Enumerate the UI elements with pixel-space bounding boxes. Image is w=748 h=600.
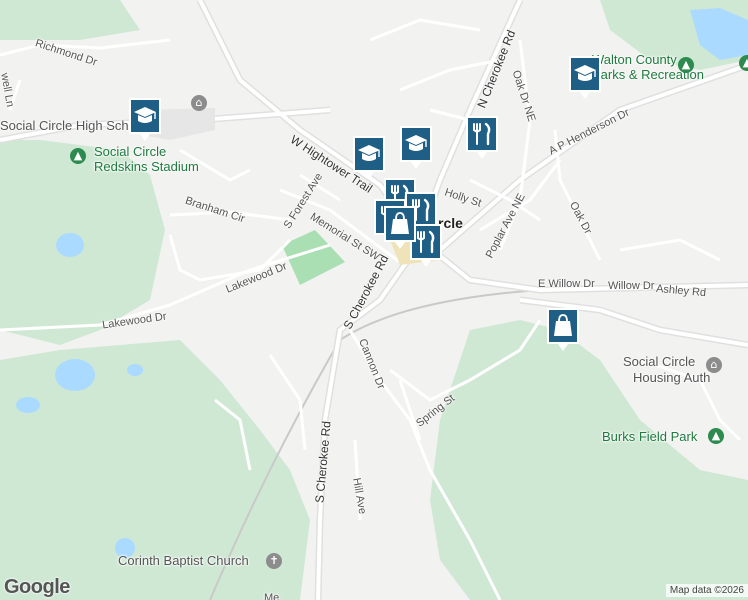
street-label-willow: Willow Dr [608, 280, 655, 292]
shopping-bag-icon [384, 206, 416, 249]
poi-stadium-line1[interactable]: Social Circle [94, 144, 166, 159]
shopping-marker[interactable] [382, 204, 418, 250]
school-icon [353, 136, 385, 179]
stadium-poi-icon: ▲ [70, 148, 86, 164]
restaurant-marker[interactable] [464, 114, 500, 160]
street-label-me: Me [264, 592, 280, 600]
school-marker[interactable] [127, 96, 163, 142]
housing-poi-icon: ⌂ [706, 357, 722, 373]
school-marker[interactable] [398, 124, 434, 170]
school-icon [569, 56, 601, 99]
poi-burks[interactable]: Burks Field Park [602, 429, 697, 444]
burks-tree-icon: ▲ [708, 428, 724, 444]
school-poi-icon: ⌂ [191, 95, 207, 111]
school-icon [400, 126, 432, 169]
poi-stadium-line2[interactable]: Redskins Stadium [94, 159, 199, 174]
street-label-e-willow: E Willow Dr [538, 278, 595, 290]
poi-housing-line1[interactable]: Social Circle [623, 354, 695, 369]
map-attribution[interactable]: Map data ©2026 [665, 584, 748, 597]
poi-walton-line1[interactable]: Walton County [592, 52, 677, 67]
school-marker[interactable] [567, 54, 603, 100]
map-base-layer [0, 0, 748, 600]
map-canvas[interactable]: Richmond Dr well Ln W Hightower Trail N … [0, 0, 748, 600]
edge-tree-icon: ▲ [739, 55, 748, 71]
google-logo: Google [4, 576, 70, 598]
park-areas [0, 0, 748, 600]
school-marker[interactable] [351, 134, 387, 180]
shopping-bag-icon [547, 308, 579, 351]
walton-tree-icon: ▲ [678, 57, 694, 73]
poi-housing-line2[interactable]: Housing Auth [633, 370, 710, 385]
church-poi-icon: ✝ [266, 553, 282, 569]
school-icon [129, 98, 161, 141]
poi-corinth[interactable]: Corinth Baptist Church [118, 553, 249, 568]
poi-high-school[interactable]: Social Circle High School [0, 118, 146, 133]
fork-knife-icon [466, 116, 498, 159]
shopping-marker[interactable] [545, 306, 581, 352]
